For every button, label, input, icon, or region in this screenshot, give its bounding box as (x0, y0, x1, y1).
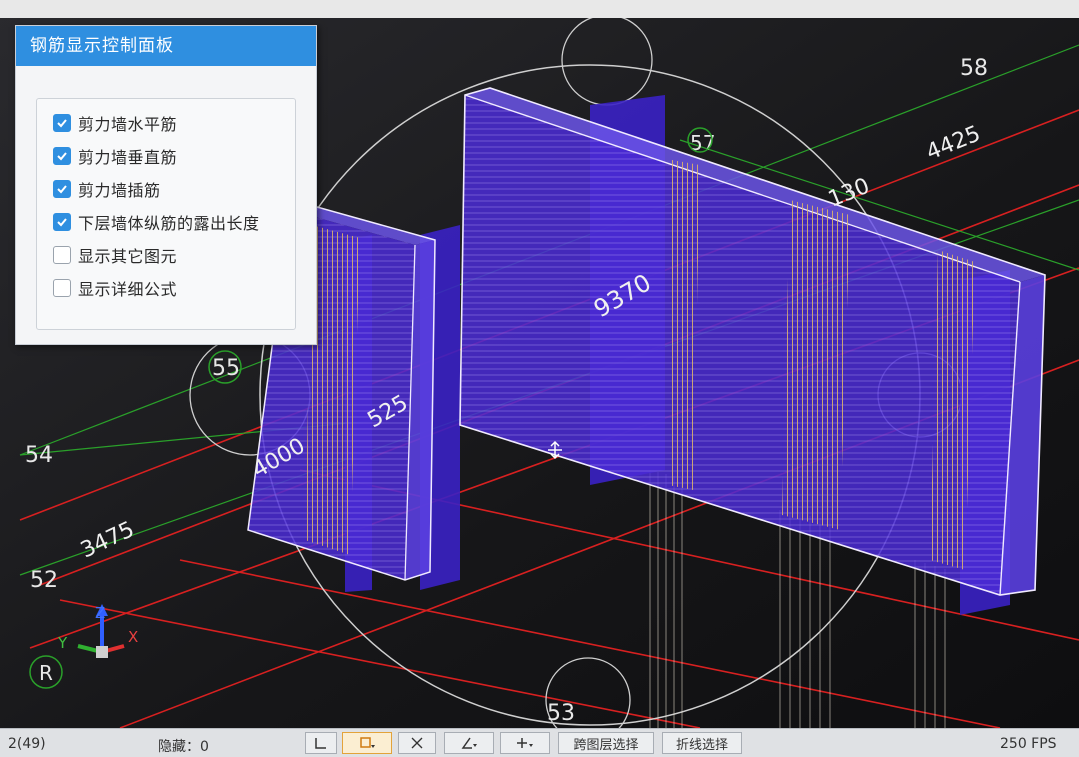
option-label: 剪力墙插筋 (78, 181, 161, 200)
checkbox-checked-icon[interactable] (53, 114, 71, 132)
checkbox-checked-icon[interactable] (53, 180, 71, 198)
grid-label-55: 55 (212, 356, 240, 381)
option-label: 剪力墙垂直筋 (78, 148, 178, 167)
options-group: 剪力墙水平筋 剪力墙垂直筋 剪力墙插筋 下层墙体纵筋的露出长度 显示其它图元 显… (36, 98, 296, 330)
select-box-icon (360, 737, 375, 748)
checkbox-unchecked-icon[interactable] (53, 246, 71, 264)
corner-icon (315, 738, 326, 749)
window-top-edge (0, 0, 1079, 18)
grid-label-54: 54 (25, 443, 53, 468)
gizmo-y-label: Y (57, 634, 68, 652)
checkbox-checked-icon[interactable] (53, 147, 71, 165)
gizmo-x-label: X (128, 628, 138, 646)
status-bar: 2(49) 隐藏：0 跨图层选择 折线选择 250 FPS (0, 728, 1079, 757)
option-label: 显示详细公式 (78, 280, 178, 299)
cross-icon (411, 737, 423, 749)
panel-title[interactable]: 钢筋显示控制面板 (16, 26, 316, 66)
plus-icon (517, 738, 533, 748)
grid-label-58: 58 (960, 56, 988, 81)
option-show-other-elements[interactable]: 显示其它图元 (53, 243, 177, 267)
option-show-detailed-formula[interactable]: 显示详细公式 (53, 276, 177, 300)
polyline-select-button[interactable]: 折线选择 (662, 732, 742, 754)
rebar-display-control-panel: 钢筋显示控制面板 剪力墙水平筋 剪力墙垂直筋 剪力墙插筋 下层墙体纵筋的露出长度… (15, 25, 317, 345)
snap-corner-button[interactable] (305, 732, 337, 754)
select-mode-button[interactable] (342, 732, 392, 754)
cross-layer-select-button[interactable]: 跨图层选择 (558, 732, 654, 754)
angle-icon (461, 737, 477, 749)
angle-snap-button[interactable] (444, 732, 494, 754)
corner-label: R (39, 661, 53, 685)
fps-readout: 250 FPS (1000, 736, 1057, 752)
option-shear-wall-vertical-rebar[interactable]: 剪力墙垂直筋 (53, 144, 177, 168)
hidden-count: 隐藏：0 (158, 739, 209, 755)
grid-label-53: 53 (547, 701, 575, 726)
option-shear-wall-dowel-rebar[interactable]: 剪力墙插筋 (53, 177, 161, 201)
selection-count: 2(49) (8, 736, 46, 752)
gizmo-z-label: Z (95, 604, 105, 622)
option-label: 显示其它图元 (78, 247, 178, 266)
cross-select-button[interactable] (398, 732, 436, 754)
grid-label-52: 52 (30, 568, 58, 593)
checkbox-unchecked-icon[interactable] (53, 279, 71, 297)
option-label: 下层墙体纵筋的露出长度 (78, 214, 260, 233)
option-lower-wall-exposed-length[interactable]: 下层墙体纵筋的露出长度 (53, 210, 260, 234)
add-point-button[interactable] (500, 732, 550, 754)
checkbox-checked-icon[interactable] (53, 213, 71, 231)
option-shear-wall-horizontal-rebar[interactable]: 剪力墙水平筋 (53, 111, 177, 135)
option-label: 剪力墙水平筋 (78, 115, 178, 134)
